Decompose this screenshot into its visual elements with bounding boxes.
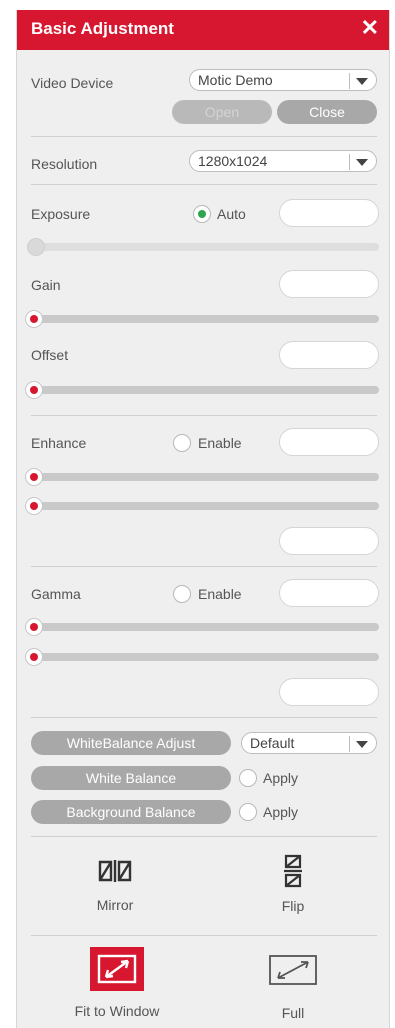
exposure-slider[interactable] [31,243,379,251]
exposure-auto-radio[interactable] [193,205,211,223]
enhance-enable-label: Enable [198,435,242,451]
enhance-value-field[interactable] [279,428,379,456]
background-balance-apply-radio[interactable] [239,803,257,821]
offset-slider[interactable] [31,386,379,394]
select-separator [349,736,350,752]
gamma-value-field[interactable] [279,579,379,607]
background-balance-button[interactable]: Background Balance [31,800,231,824]
resolution-value: 1280x1024 [198,153,268,169]
enhance-slider-2-handle[interactable] [25,497,43,515]
divider [31,935,377,936]
video-device-value: Motic Demo [198,72,273,88]
handle-dot [30,315,38,323]
white-balance-apply-radio[interactable] [239,769,257,787]
divider [31,836,377,837]
gain-value-field[interactable] [279,270,379,298]
fit-to-window-button[interactable]: Fit to Window [57,947,177,1019]
handle-dot [30,473,38,481]
divider [31,717,377,718]
divider [31,136,377,137]
gain-label: Gain [31,277,61,293]
panel-title: Basic Adjustment [31,19,174,38]
handle-dot [30,623,38,631]
exposure-slider-handle[interactable] [27,238,45,256]
handle-dot [30,653,38,661]
gamma-slider-2-handle[interactable] [25,648,43,666]
resolution-select[interactable]: 1280x1024 [189,150,377,172]
gamma-enable-radio[interactable] [173,585,191,603]
flip-icon [284,854,302,888]
enhance-enable-radio[interactable] [173,434,191,452]
enhance-label: Enhance [31,435,87,451]
white-balance-button[interactable]: White Balance [31,766,231,790]
flip-button[interactable]: Flip [253,853,333,914]
full-icon [269,955,317,985]
gamma-slider-1[interactable] [31,623,379,631]
gamma-label: Gamma [31,586,81,602]
mirror-button[interactable]: Mirror [75,858,155,913]
title-bar: Basic Adjustment ✕ [17,10,389,50]
offset-label: Offset [31,347,69,363]
divider [31,184,377,185]
flip-label: Flip [281,898,305,914]
offset-value-field[interactable] [279,341,379,369]
select-separator [349,73,350,89]
white-balance-adjust-select[interactable]: Default [241,732,377,754]
enhance-slider-1-handle[interactable] [25,468,43,486]
open-button[interactable]: Open [172,100,272,124]
radio-selected-dot [198,210,206,218]
gamma-slider-1-handle[interactable] [25,618,43,636]
white-balance-apply-label: Apply [263,770,299,786]
close-device-button[interactable]: Close [277,100,377,124]
offset-slider-handle[interactable] [25,381,43,399]
gamma-slider-2[interactable] [31,653,379,661]
basic-adjustment-panel: Basic Adjustment ✕ Video Device Motic De… [16,10,390,1028]
select-separator [349,154,350,170]
chevron-down-icon [356,741,368,748]
white-balance-adjust-value: Default [250,735,295,751]
mirror-label: Mirror [96,897,134,913]
divider [31,415,377,416]
fit-to-window-icon-bg [90,947,144,991]
handle-dot [30,502,38,510]
divider [31,566,377,567]
exposure-auto-label: Auto [217,206,246,222]
fit-to-window-icon [97,954,137,984]
video-device-label: Video Device [31,75,114,91]
chevron-down-icon [356,159,368,166]
chevron-down-icon [356,78,368,85]
enhance-slider-1[interactable] [31,473,379,481]
close-icon[interactable]: ✕ [361,15,379,41]
full-button[interactable]: Full [253,954,333,1021]
resolution-label: Resolution [31,156,98,172]
full-label: Full [281,1005,305,1021]
video-device-select[interactable]: Motic Demo [189,69,377,91]
gamma-value-field-2[interactable] [279,678,379,706]
gain-slider[interactable] [31,315,379,323]
handle-dot [30,386,38,394]
exposure-value-field[interactable] [279,199,379,227]
enhance-value-field-2[interactable] [279,527,379,555]
background-balance-apply-label: Apply [263,804,299,820]
gain-slider-handle[interactable] [25,310,43,328]
mirror-icon [98,860,132,882]
exposure-label: Exposure [31,206,91,222]
fit-to-window-label: Fit to Window [74,1003,160,1019]
enhance-slider-2[interactable] [31,502,379,510]
white-balance-adjust-button[interactable]: WhiteBalance Adjust [31,731,231,755]
gamma-enable-label: Enable [198,586,242,602]
